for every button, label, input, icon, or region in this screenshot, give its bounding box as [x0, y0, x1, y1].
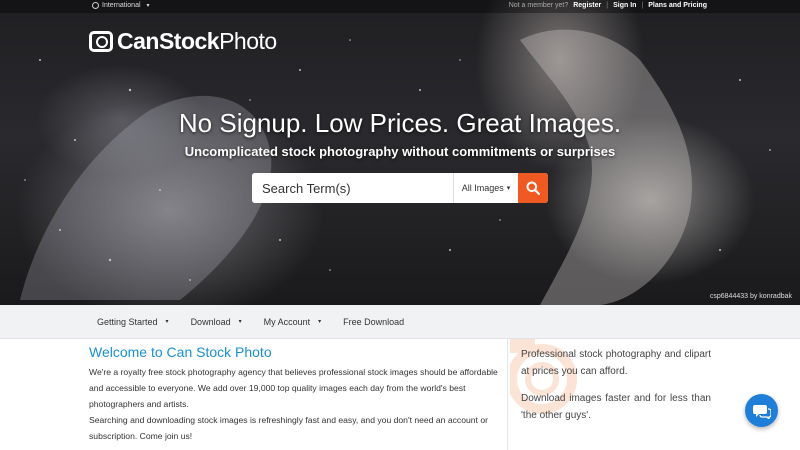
- image-type-dropdown[interactable]: All Images ▾: [453, 173, 518, 203]
- separator: |: [641, 2, 644, 9]
- intro-paragraph: We're a royalty free stock photography a…: [89, 367, 498, 409]
- image-type-label: All Images: [461, 183, 504, 193]
- hero-banner: International ▾ Not a member yet? Regist…: [0, 0, 800, 305]
- hero-subheadline: Uncomplicated stock photography without …: [184, 144, 616, 159]
- chevron-down-icon: ▾: [165, 319, 169, 325]
- nav-getting-started[interactable]: Getting Started ▾: [97, 317, 169, 327]
- globe-icon: [92, 2, 99, 9]
- search-input[interactable]: [252, 173, 453, 203]
- side-tagline-1: Professional stock photography and clipa…: [521, 349, 711, 377]
- logo-text: CanStockPhoto: [117, 28, 277, 54]
- nav-label: Download: [190, 316, 231, 327]
- nav-my-account[interactable]: My Account ▾: [264, 317, 322, 327]
- register-link[interactable]: Register: [573, 2, 601, 9]
- main-nav: Getting Started ▾ Download ▾ My Account …: [0, 305, 800, 339]
- top-utility-bar: International ▾ Not a member yet? Regist…: [0, 0, 800, 13]
- chevron-down-icon: ▾: [146, 3, 150, 9]
- separator: |: [606, 2, 609, 9]
- divider: [507, 339, 508, 450]
- image-credit: csp6844433 by konradbak: [709, 293, 792, 300]
- chat-button[interactable]: [745, 394, 778, 427]
- canstockphoto-logo[interactable]: CanStockPhoto: [89, 28, 277, 55]
- chevron-down-icon: ▾: [506, 185, 511, 192]
- account-links: Not a member yet? Register | Sign In | P…: [509, 2, 707, 9]
- welcome-heading: Welcome to Can Stock Photo: [89, 344, 272, 360]
- not-member-text: Not a member yet?: [508, 2, 569, 9]
- nav-free-download[interactable]: Free Download: [343, 317, 404, 327]
- nav-label: Getting Started: [97, 316, 158, 327]
- plans-pricing-link[interactable]: Plans and Pricing: [648, 2, 707, 9]
- hero-headline: No Signup. Low Prices. Great Images.: [178, 108, 622, 138]
- chevron-down-icon: ▾: [238, 319, 242, 325]
- language-label: International: [102, 2, 141, 9]
- sign-in-link[interactable]: Sign In: [613, 2, 636, 9]
- language-selector[interactable]: International ▾: [92, 2, 150, 9]
- search-icon: [526, 181, 540, 195]
- camera-logo-icon: [89, 31, 113, 52]
- chevron-down-icon: ▾: [318, 319, 322, 325]
- chat-icon: [752, 404, 771, 419]
- nav-download[interactable]: Download ▾: [191, 317, 242, 327]
- nav-label: My Account: [263, 316, 311, 327]
- search-bar: All Images ▾: [252, 173, 548, 203]
- nav-label: Free Download: [343, 316, 405, 327]
- search-paragraph: Searching and downloading stock images i…: [89, 415, 488, 441]
- side-tagline-2: Download images faster and for less than…: [521, 393, 711, 421]
- search-button[interactable]: [518, 173, 548, 203]
